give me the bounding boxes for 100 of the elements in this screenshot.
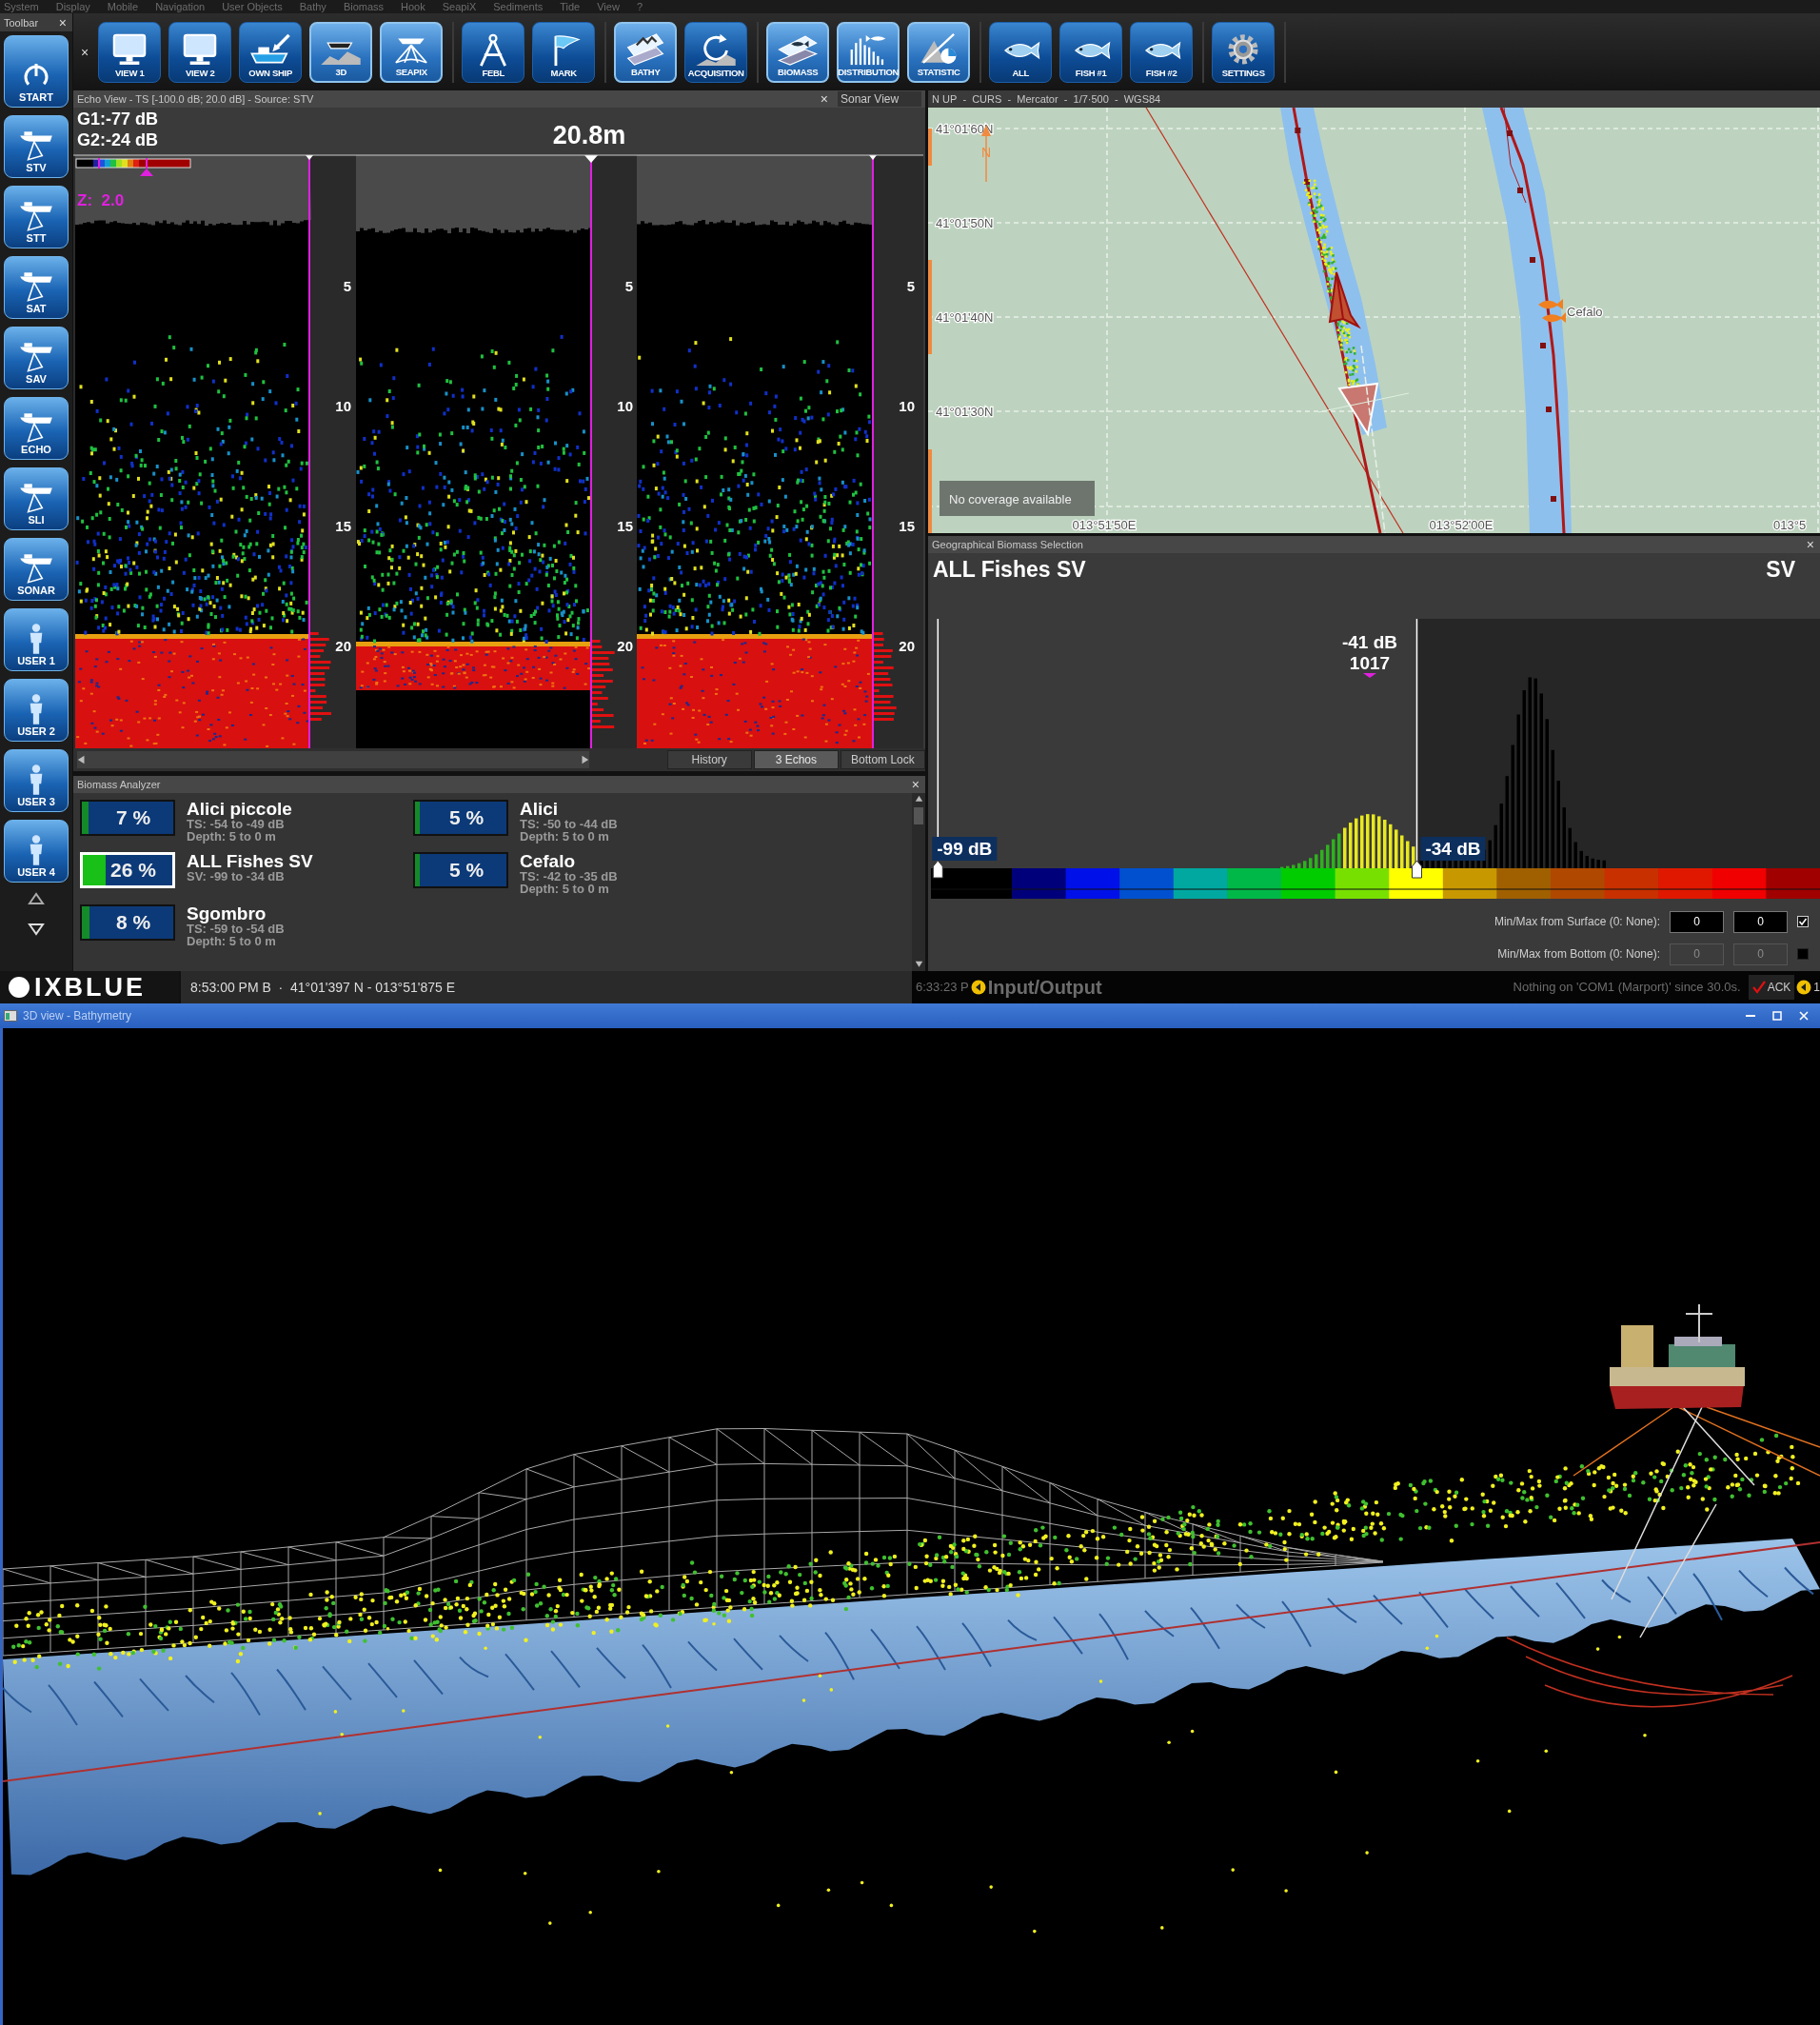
close-button[interactable]: × xyxy=(1804,538,1816,551)
view-tab[interactable]: Bottom Lock xyxy=(840,750,925,769)
histogram-bar xyxy=(1360,815,1364,868)
start-button[interactable]: START xyxy=(4,35,69,108)
maximize-icon xyxy=(1772,1011,1782,1021)
histogram-bar xyxy=(1585,856,1589,868)
percentage-bar[interactable]: 7 % xyxy=(80,800,175,836)
field-label: Min/Max from Bottom (0: None): xyxy=(1497,946,1660,963)
depth-label: 15 xyxy=(899,518,915,534)
cursor-value: -41 dB xyxy=(1341,632,1398,652)
toolbar-button[interactable]: FISH #1 xyxy=(1059,21,1123,83)
window-icon xyxy=(4,1010,17,1022)
panel-tab[interactable]: Sonar View xyxy=(838,91,921,107)
percentage-value: 5 % xyxy=(447,807,485,828)
tool-button[interactable]: USER 3 xyxy=(4,749,69,812)
event-time: 6:33:23 P xyxy=(916,979,969,997)
scrollbar[interactable] xyxy=(912,793,925,971)
latitude-label: 41°01'30N xyxy=(936,405,994,419)
toolbar-button[interactable]: SEAPIX xyxy=(380,21,444,83)
toolbar-button[interactable]: 3D xyxy=(309,21,373,83)
toolbar-button[interactable]: BATHY xyxy=(614,21,678,83)
input-field[interactable]: 0 xyxy=(1733,910,1788,933)
scroll-left-icon[interactable] xyxy=(77,755,87,764)
close-button[interactable]: × xyxy=(818,92,830,106)
toolbar-button[interactable]: BIOMASS xyxy=(766,21,830,83)
tool-button[interactable]: SONAR xyxy=(4,538,69,601)
histogram-bar xyxy=(1315,854,1318,868)
toolbar-button[interactable]: FISH #2 xyxy=(1130,21,1194,83)
percentage-bar[interactable]: 5 % xyxy=(413,852,508,888)
toolbar-button[interactable]: ALL xyxy=(989,21,1053,83)
warning-icon xyxy=(1796,980,1812,995)
histogram-bar xyxy=(1366,814,1370,868)
map-header: N UP - CURS - Mercator - 1/7·500 - WGS84 xyxy=(932,93,1161,105)
input-field[interactable]: 0 xyxy=(1670,910,1724,933)
histogram-bar xyxy=(1349,823,1353,868)
tool-button[interactable]: SAT xyxy=(4,256,69,319)
marker-triangle-icon xyxy=(869,155,877,160)
species-detail: Depth: 5 to 0 m xyxy=(520,883,610,895)
fish-marker-icon xyxy=(1538,299,1566,323)
tool-button[interactable]: USER 4 xyxy=(4,820,69,883)
tool-button[interactable]: SAV xyxy=(4,327,69,389)
toolbar-button[interactable]: VIEW 1 xyxy=(98,21,162,83)
field-label: Min/Max from Surface (0: None): xyxy=(1494,914,1660,930)
scroll-up-icon[interactable] xyxy=(914,795,923,804)
percentage-value: 7 % xyxy=(114,807,151,828)
toolbar-button[interactable]: FEBL xyxy=(462,21,525,83)
histogram-bar xyxy=(1436,861,1440,868)
tool-button[interactable]: STV xyxy=(4,115,69,178)
scroll-thumb[interactable] xyxy=(914,807,923,824)
toolbar-button[interactable]: SETTINGS xyxy=(1212,21,1276,83)
toolbar-button[interactable]: DISTRIBUTION xyxy=(837,21,900,83)
range-handle[interactable] xyxy=(1412,860,1422,879)
acknowledge-button[interactable]: ACK xyxy=(1748,975,1795,1000)
close-button[interactable]: × xyxy=(56,15,69,30)
toolbar-button[interactable]: VIEW 2 xyxy=(168,21,232,83)
gain-label: G2:-24 dB xyxy=(77,130,159,149)
map-label: Cefalo xyxy=(1567,305,1603,319)
event-message: Nothing on 'COM1 (Marport)' since 30.0s. xyxy=(1513,979,1742,997)
histogram-bar xyxy=(1499,804,1503,868)
histogram-bar xyxy=(1412,846,1415,868)
view-tab[interactable]: History xyxy=(666,750,752,769)
histogram-bar xyxy=(1400,835,1404,868)
species-detail: Depth: 5 to 0 m xyxy=(187,830,277,843)
scroll-down-icon[interactable] xyxy=(914,961,923,969)
scroll-down-icon[interactable] xyxy=(28,923,45,936)
histogram-bar xyxy=(1442,861,1446,868)
scroll-up-icon[interactable] xyxy=(28,892,45,905)
close-button[interactable]: × xyxy=(909,778,921,791)
marker-triangle-icon xyxy=(306,155,313,160)
histogram-bar xyxy=(1395,829,1398,868)
tool-button[interactable]: USER 2 xyxy=(4,679,69,742)
histogram-bar xyxy=(1425,861,1429,868)
species-detail: TS: -50 to -44 dB xyxy=(520,818,618,830)
tool-button[interactable]: ECHO xyxy=(4,397,69,460)
percentage-bar[interactable]: 8 % xyxy=(80,904,175,941)
species-name: Alici xyxy=(520,800,560,818)
view-tab[interactable]: 3 Echos xyxy=(753,750,839,769)
species-name: ALL Fishes SV xyxy=(187,852,313,870)
percentage-bar[interactable]: 5 % xyxy=(413,800,508,836)
toolbar-button[interactable]: STATISTIC xyxy=(907,21,971,83)
toolbar-button[interactable]: ACQUISITION xyxy=(684,21,748,83)
latitude-label: 41°01'40N xyxy=(936,310,994,325)
tool-button[interactable]: SLI xyxy=(4,467,69,530)
toolbar-button[interactable]: OWN SHIP xyxy=(239,21,303,83)
tool-button[interactable]: STT xyxy=(4,186,69,248)
close-button[interactable]: × xyxy=(79,45,91,59)
percentage-bar[interactable]: 26 % xyxy=(80,852,175,888)
histogram-bar xyxy=(1568,827,1572,868)
warning-icon xyxy=(970,980,986,995)
toolbar-button[interactable]: MARK xyxy=(532,21,596,83)
longitude-label: 013°52'00E xyxy=(1429,518,1494,532)
tool-button[interactable]: USER 1 xyxy=(4,608,69,671)
range-handle[interactable] xyxy=(932,860,943,879)
depth-label: 20 xyxy=(335,638,351,654)
histogram-bar xyxy=(1297,863,1301,868)
scrollbar[interactable] xyxy=(77,751,589,768)
depth-label: 15 xyxy=(617,518,633,534)
alert-count: 1 xyxy=(1813,980,1820,996)
histogram-bar xyxy=(1448,861,1452,868)
histogram-bar xyxy=(1562,807,1566,868)
